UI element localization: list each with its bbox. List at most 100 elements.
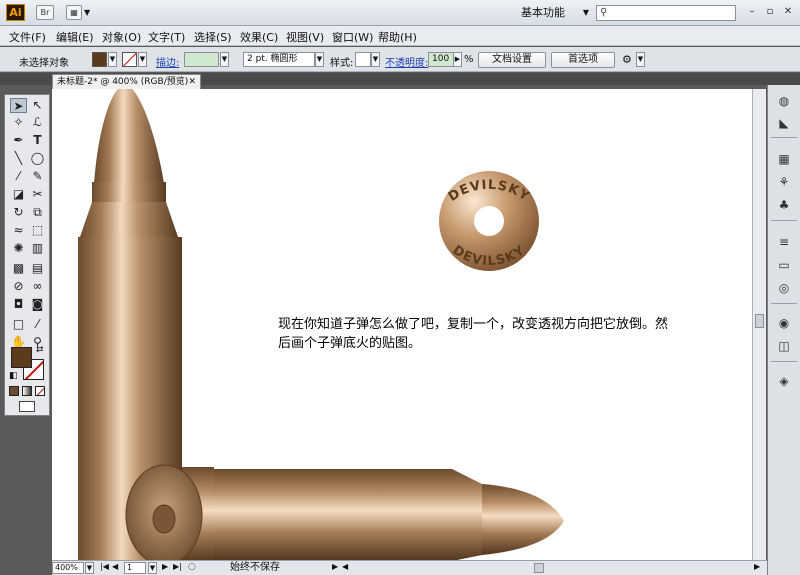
control-options-icon[interactable]: ⚙ [622, 53, 632, 66]
layers-panel-icon[interactable]: ◈ [776, 373, 792, 389]
search-input[interactable]: ⚲ [596, 5, 736, 21]
symbol-sprayer-tool-icon[interactable]: ✺ [10, 241, 27, 256]
blob-brush-tool-icon[interactable]: ◪ [10, 187, 27, 202]
appearance-panel-icon[interactable]: ◉ [776, 315, 792, 331]
zoom-field[interactable]: 400% [52, 562, 84, 574]
ellipse-tool-icon[interactable]: ◯ [29, 151, 46, 166]
control-menu-dropdown[interactable]: ▼ [636, 52, 645, 67]
menu-effect[interactable]: 效果(C) [240, 29, 278, 45]
arrange-dropdown-icon[interactable]: ▼ [84, 8, 90, 17]
gradient-panel-icon[interactable]: ▭ [776, 257, 792, 273]
menu-view[interactable]: 视图(V) [286, 29, 324, 45]
vertical-scroll-thumb[interactable] [755, 314, 764, 328]
scroll-right-icon[interactable]: ▶ [754, 562, 760, 571]
lasso-tool-icon[interactable]: ℒ [29, 115, 46, 130]
paintbrush-tool-icon[interactable]: ⁄ [10, 169, 27, 184]
gradient-mode-icon[interactable] [22, 386, 32, 396]
color-mode-icon[interactable] [9, 386, 19, 396]
color-panel-icon[interactable]: ◍ [776, 93, 792, 109]
magic-wand-tool-icon[interactable]: ✧ [10, 115, 27, 130]
artboard-number-field[interactable]: 1 [124, 562, 146, 574]
previous-artboard-icon[interactable]: ◀ [112, 562, 118, 571]
transparency-panel-icon[interactable]: ◎ [776, 280, 792, 296]
rotate-tool-icon[interactable]: ↻ [10, 205, 27, 220]
scroll-left-icon[interactable]: ◀ [342, 562, 348, 571]
swatches-panel-icon[interactable]: ▦ [776, 151, 792, 167]
vertical-scrollbar[interactable] [752, 89, 766, 560]
type-tool-icon[interactable]: T [29, 133, 46, 148]
menu-select[interactable]: 选择(S) [194, 29, 232, 45]
close-icon[interactable]: ✕ [188, 75, 196, 89]
workspace-switcher[interactable]: 基本功能 ▼ [521, 3, 591, 23]
scale-tool-icon[interactable]: ⧉ [29, 205, 46, 220]
menu-type[interactable]: 文字(T) [148, 29, 185, 45]
status-menu-icon[interactable]: ▶ [332, 562, 338, 571]
direct-selection-tool-icon[interactable]: ↖ [29, 98, 46, 113]
live-paint-selection-tool-icon[interactable]: ◙ [29, 297, 46, 312]
stroke-weight-field[interactable] [184, 52, 219, 67]
artboard-canvas[interactable]: DEVILSKY DEVILSKY 现在你知道子弹怎么做了吧，复制一个，改变透视… [52, 89, 752, 560]
stroke-weight-dropdown[interactable]: ▼ [220, 52, 229, 67]
status-toggle-icon[interactable]: ◌ [188, 562, 196, 572]
menu-window[interactable]: 窗口(W) [332, 29, 373, 45]
free-transform-tool-icon[interactable]: ⬚ [29, 223, 46, 238]
pen-tool-icon[interactable]: ✒ [10, 133, 27, 148]
close-button[interactable]: ✕ [782, 6, 794, 18]
menu-edit[interactable]: 编辑(E) [56, 29, 94, 45]
opacity-label[interactable]: 不透明度: [385, 54, 428, 69]
menu-help[interactable]: 帮助(H) [378, 29, 417, 45]
fill-swatch[interactable] [92, 52, 107, 67]
opacity-dropdown[interactable]: ▶ [453, 52, 462, 67]
stroke-label[interactable]: 描边: [156, 54, 179, 69]
artboard-tool-icon[interactable]: □ [10, 317, 27, 332]
warp-tool-icon[interactable]: ≈ [10, 223, 27, 238]
maximize-button[interactable]: ▫ [764, 6, 776, 18]
opacity-field[interactable]: 100 [428, 52, 454, 67]
swap-colors-icon[interactable]: ⇄ [36, 345, 44, 355]
column-graph-tool-icon[interactable]: ▥ [29, 241, 46, 256]
brush-definition-field[interactable]: 2 pt. 椭圆形 [243, 52, 315, 67]
document-setup-button[interactable]: 文档设置 [478, 52, 546, 68]
slice-tool-icon[interactable]: ⁄ [29, 317, 46, 332]
scissors-tool-icon[interactable]: ✂ [29, 187, 46, 202]
fill-dropdown[interactable]: ▼ [108, 52, 117, 67]
horizontal-scroll-thumb[interactable] [534, 563, 544, 573]
live-paint-bucket-tool-icon[interactable]: ◘ [10, 297, 27, 312]
selection-tool-icon[interactable]: ➤ [10, 98, 27, 113]
pencil-tool-icon[interactable]: ✎ [29, 169, 46, 184]
last-artboard-icon[interactable]: ▶| [173, 562, 182, 571]
line-tool-icon[interactable]: ╲ [10, 151, 27, 166]
screen-mode-icon[interactable] [19, 401, 35, 412]
artboard-dropdown[interactable]: ▼ [148, 562, 157, 574]
first-artboard-icon[interactable]: |◀ [100, 562, 109, 571]
brush-dropdown[interactable]: ▼ [315, 52, 324, 67]
brushes-panel-icon[interactable]: ⚘ [776, 174, 792, 190]
menu-file[interactable]: 文件(F) [9, 29, 46, 45]
none-mode-icon[interactable] [35, 386, 45, 396]
gradient-tool-icon[interactable]: ▤ [29, 261, 46, 276]
stroke-dropdown[interactable]: ▼ [138, 52, 147, 67]
stroke-swatch[interactable] [122, 52, 137, 67]
mesh-tool-icon[interactable]: ▩ [10, 261, 27, 276]
default-colors-icon[interactable]: ◧ [9, 371, 18, 381]
color-guide-icon[interactable]: ◣ [776, 115, 792, 131]
preferences-button[interactable]: 首选项 [551, 52, 615, 68]
style-dropdown[interactable]: ▼ [371, 52, 380, 67]
fill-color-box[interactable] [11, 347, 32, 368]
bridge-icon[interactable]: Br [36, 5, 54, 20]
next-artboard-icon[interactable]: ▶ [162, 562, 168, 571]
eyedropper-tool-icon[interactable]: ⊘ [10, 279, 27, 294]
graphic-styles-panel-icon[interactable]: ◫ [776, 338, 792, 354]
graphic-style-swatch[interactable] [355, 52, 371, 67]
minimize-button[interactable]: – [746, 6, 758, 18]
bullet-lying[interactable] [125, 464, 564, 560]
document-tab-title: 未标题-2* @ 400% (RGB/预览) [57, 77, 189, 87]
zoom-dropdown[interactable]: ▼ [85, 562, 94, 574]
document-tab[interactable]: 未标题-2* @ 400% (RGB/预览) ✕ [52, 74, 201, 89]
stroke-panel-icon[interactable]: ≡ [776, 234, 792, 250]
primer-decal[interactable]: DEVILSKY DEVILSKY [439, 171, 539, 271]
symbols-panel-icon[interactable]: ♣ [776, 197, 792, 213]
arrange-documents-icon[interactable]: ▦ [66, 5, 82, 20]
blend-tool-icon[interactable]: ∞ [29, 279, 46, 294]
menu-object[interactable]: 对象(O) [102, 29, 141, 45]
